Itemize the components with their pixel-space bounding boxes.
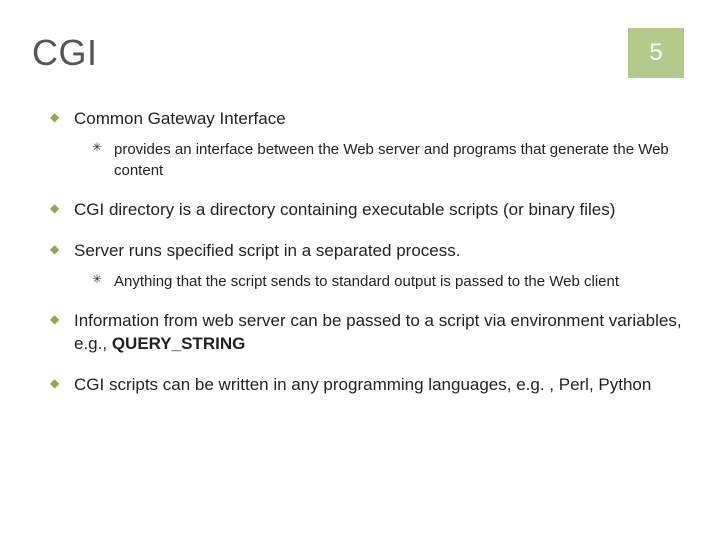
page-number-box: 5 bbox=[628, 28, 684, 78]
sub-list-item: provides an interface between the Web se… bbox=[92, 139, 684, 181]
bullet-text: CGI scripts can be written in any progra… bbox=[74, 375, 651, 394]
slide: CGI 5 Common Gateway Interface provides … bbox=[0, 0, 720, 540]
bullet-list: Common Gateway Interface provides an int… bbox=[50, 108, 684, 397]
bullet-text: Common Gateway Interface bbox=[74, 109, 286, 128]
bullet-text: CGI directory is a directory containing … bbox=[74, 200, 615, 219]
bullet-text: Server runs specified script in a separa… bbox=[74, 241, 460, 260]
list-item: Information from web server can be passe… bbox=[50, 310, 684, 356]
list-item: CGI scripts can be written in any progra… bbox=[50, 374, 684, 397]
list-item: CGI directory is a directory containing … bbox=[50, 199, 684, 222]
slide-title: CGI bbox=[32, 32, 98, 74]
bullet-text-bold: QUERY_STRING bbox=[112, 334, 246, 353]
sub-list-item: Anything that the script sends to standa… bbox=[92, 271, 684, 292]
slide-header: CGI 5 bbox=[32, 28, 684, 78]
sub-list: provides an interface between the Web se… bbox=[92, 139, 684, 181]
sub-bullet-text: Anything that the script sends to standa… bbox=[114, 273, 619, 290]
sub-bullet-text: provides an interface between the Web se… bbox=[114, 141, 669, 179]
list-item: Common Gateway Interface provides an int… bbox=[50, 108, 684, 181]
sub-list: Anything that the script sends to standa… bbox=[92, 271, 684, 292]
list-item: Server runs specified script in a separa… bbox=[50, 240, 684, 292]
page-number: 5 bbox=[649, 39, 662, 67]
